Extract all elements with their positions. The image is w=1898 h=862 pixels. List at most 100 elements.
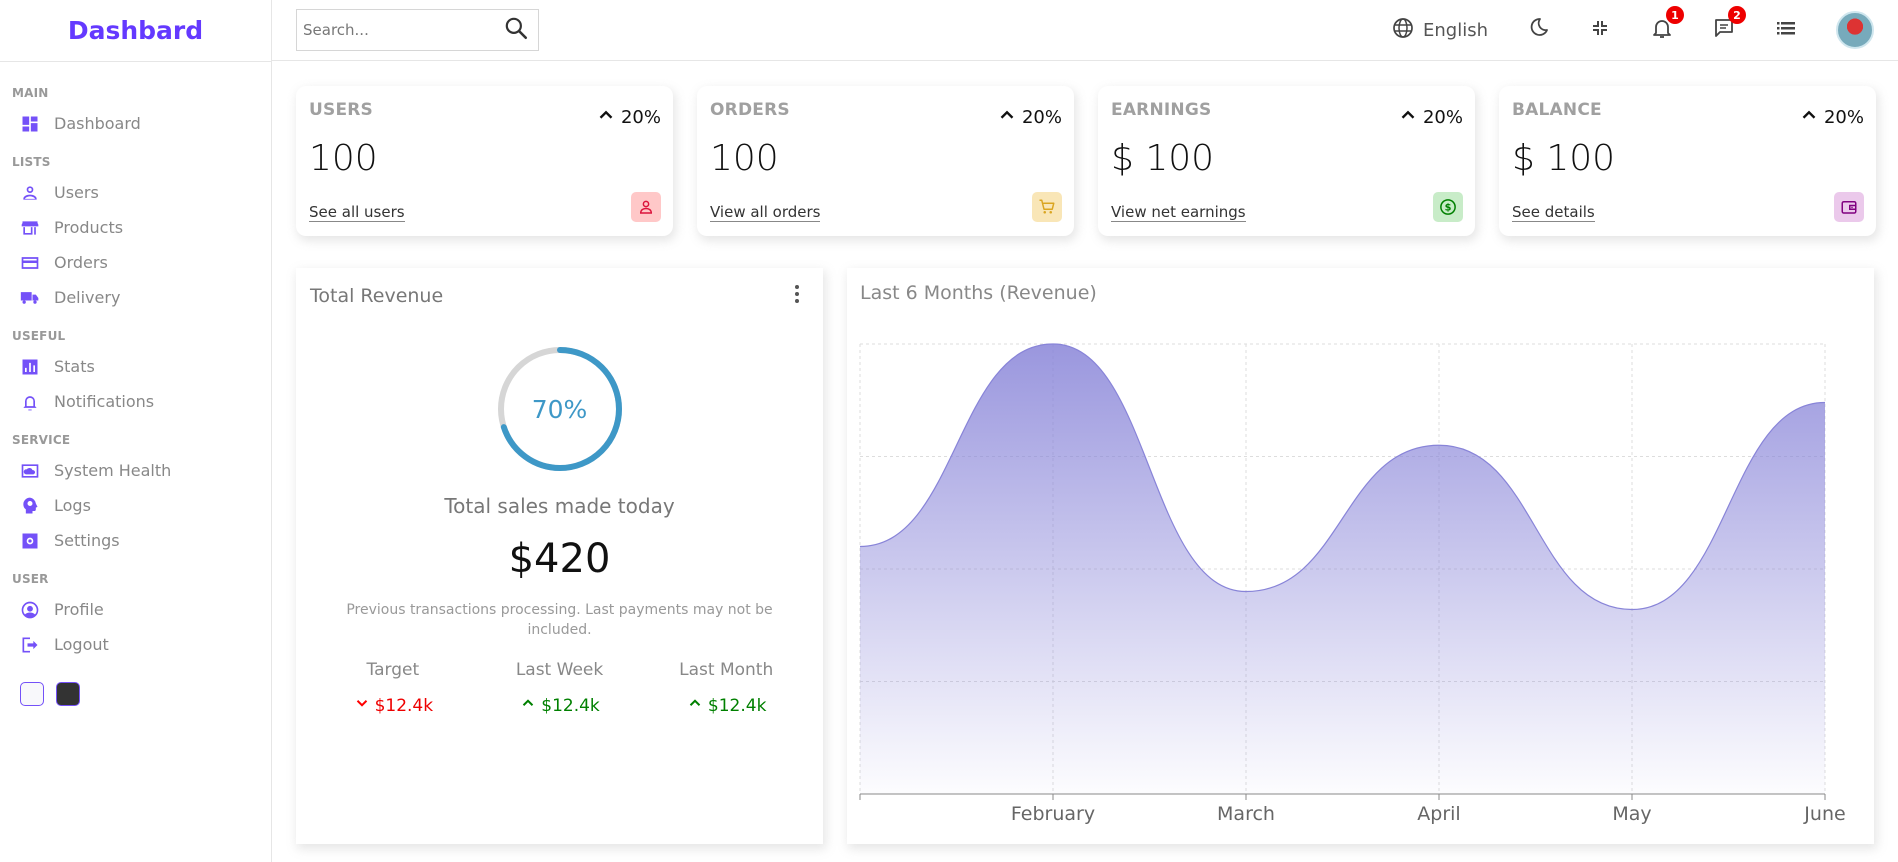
widget-percent-value: 20% bbox=[1422, 107, 1463, 128]
sidebar-item-label: Orders bbox=[54, 253, 108, 272]
sidebar-item-logs[interactable]: Logs bbox=[0, 488, 271, 523]
sidebar-section-title: USEFUL bbox=[12, 329, 66, 343]
sidebar-item-settings[interactable]: Settings bbox=[0, 523, 271, 558]
sidebar-item-system-health[interactable]: System Health bbox=[0, 453, 271, 488]
sidebar-item-delivery[interactable]: Delivery bbox=[0, 280, 271, 315]
revenue-chart-card: Last 6 Months (Revenue) February March Apr… bbox=[847, 268, 1874, 844]
notifications-button[interactable]: 1 bbox=[1650, 6, 1684, 44]
widget-percent-value: 20% bbox=[620, 107, 661, 128]
sidebar-item-label: Notifications bbox=[54, 392, 155, 411]
sidebar-item-label: System Health bbox=[54, 461, 172, 480]
more-vert-icon[interactable] bbox=[785, 282, 809, 310]
cloud-icon bbox=[20, 461, 40, 481]
user-avatar[interactable] bbox=[1836, 11, 1874, 49]
dark-mode-toggle[interactable] bbox=[1526, 16, 1550, 44]
chevron-up-icon bbox=[519, 694, 541, 717]
chevron-up-icon bbox=[1798, 104, 1824, 131]
summary-item-title: Last Week bbox=[515, 660, 604, 680]
sidebar-section-title: LISTS bbox=[12, 155, 51, 169]
summary-item-title: Last Month bbox=[679, 660, 774, 680]
progress-label: 70% bbox=[531, 394, 588, 424]
featured-subtitle: Total sales made today bbox=[444, 494, 675, 518]
widget-orders: ORDERS 20% 100 View all orders bbox=[697, 86, 1074, 236]
widget-link[interactable]: See all users bbox=[309, 203, 405, 222]
dashboard-icon bbox=[20, 114, 40, 134]
x-tick-label: June bbox=[1803, 803, 1845, 825]
search-box bbox=[296, 9, 539, 51]
sidebar-item-label: Logs bbox=[54, 496, 91, 515]
sidebar-item-dashboard[interactable]: Dashboard bbox=[0, 106, 271, 141]
fullscreen-exit-icon bbox=[1588, 16, 1612, 44]
sidebar: Dashbard MAIN Dashboard LISTS Users Products… bbox=[0, 0, 272, 862]
summary-item: Target $12.4k bbox=[310, 660, 477, 717]
summary-item-result: $12.4k bbox=[643, 694, 810, 717]
widget-value: 100 bbox=[710, 138, 779, 179]
cart-icon bbox=[1032, 192, 1062, 222]
theme-dark-option[interactable] bbox=[56, 682, 80, 706]
widget-value: 100 bbox=[309, 138, 378, 179]
featured-amount: $420 bbox=[508, 536, 611, 582]
widget-percentage: 20% bbox=[1798, 104, 1864, 131]
sidebar-item-profile[interactable]: Profile bbox=[0, 592, 271, 627]
x-tick-label: February bbox=[1011, 803, 1095, 825]
widgets-row: USERS 20% 100 See all users ORDERS 20% 100 View… bbox=[296, 86, 1876, 236]
revenue-area-chart: February March April May June bbox=[859, 343, 1846, 825]
summary-item-title: Target bbox=[366, 660, 420, 680]
person-icon bbox=[631, 192, 661, 222]
chevron-down-icon bbox=[353, 694, 375, 717]
summary-item-result: $12.4k bbox=[476, 694, 643, 717]
fullscreen-exit-button[interactable] bbox=[1588, 16, 1612, 44]
theme-light-option[interactable] bbox=[20, 682, 44, 706]
sidebar-item-orders[interactable]: Orders bbox=[0, 245, 271, 280]
sidebar-nav: MAIN Dashboard LISTS Users Products Orders Del… bbox=[0, 62, 271, 662]
widget-percentage: 20% bbox=[996, 104, 1062, 131]
widget-link[interactable]: See details bbox=[1512, 203, 1595, 222]
sidebar-section-title: SERVICE bbox=[12, 433, 71, 447]
logout-icon bbox=[20, 635, 40, 655]
navbar-actions: English 1 2 bbox=[1353, 6, 1874, 49]
globe-icon bbox=[1391, 16, 1415, 44]
x-tick-label: April bbox=[1417, 803, 1460, 825]
chevron-up-icon bbox=[996, 104, 1022, 131]
language-selector[interactable]: English bbox=[1391, 16, 1488, 44]
featured-title: Total Revenue bbox=[310, 285, 444, 307]
widget-link[interactable]: View all orders bbox=[710, 203, 821, 222]
brain-icon bbox=[20, 496, 40, 516]
widget-percentage: 20% bbox=[595, 104, 661, 131]
sidebar-item-users[interactable]: Users bbox=[0, 175, 271, 210]
user-icon bbox=[20, 183, 40, 203]
progress-ring: 70% bbox=[495, 344, 625, 474]
sidebar-section-title: USER bbox=[12, 572, 49, 586]
top-navbar: English 1 2 bbox=[272, 0, 1898, 61]
brand-logo[interactable]: Dashbard bbox=[68, 16, 203, 45]
summary-item-value: $12.4k bbox=[374, 695, 434, 716]
widget-percent-value: 20% bbox=[1021, 107, 1062, 128]
sidebar-item-label: Logout bbox=[54, 635, 109, 654]
sidebar-section-title: MAIN bbox=[12, 86, 49, 100]
sidebar-item-products[interactable]: Products bbox=[0, 210, 271, 245]
dollar-icon: $ bbox=[1433, 192, 1463, 222]
featured-description: Previous transactions processing. Last p… bbox=[346, 602, 773, 638]
search-input[interactable] bbox=[303, 21, 503, 39]
sidebar-item-logout[interactable]: Logout bbox=[0, 627, 271, 662]
list-menu-button[interactable] bbox=[1774, 16, 1798, 44]
sidebar-item-label: Profile bbox=[54, 600, 104, 619]
search-icon[interactable] bbox=[503, 15, 529, 45]
widget-percentage: 20% bbox=[1397, 104, 1463, 131]
notifications-counter: 1 bbox=[1666, 6, 1684, 24]
widget-link[interactable]: View net earnings bbox=[1111, 203, 1246, 222]
store-icon bbox=[20, 218, 40, 238]
sidebar-item-label: Settings bbox=[54, 531, 120, 550]
x-tick-label: May bbox=[1612, 803, 1651, 825]
total-revenue-card: Total Revenue 70% Total sales made today… bbox=[296, 268, 823, 844]
featured-summary: Target $12.4k Last Week $12.4k Last Month $12… bbox=[310, 660, 810, 717]
messages-button[interactable]: 2 bbox=[1712, 6, 1746, 44]
widget-percent-value: 20% bbox=[1823, 107, 1864, 128]
sidebar-item-label: Products bbox=[54, 218, 124, 237]
widget-value: $ 100 bbox=[1111, 138, 1215, 179]
widget-balance: BALANCE 20% $ 100 See details bbox=[1499, 86, 1876, 236]
sidebar-item-notifications[interactable]: Notifications bbox=[0, 384, 271, 419]
widget-earnings: EARNINGS 20% $ 100 View net earnings $ bbox=[1098, 86, 1475, 236]
sidebar-item-stats[interactable]: Stats bbox=[0, 349, 271, 384]
revenue-area-fill bbox=[860, 344, 1825, 794]
